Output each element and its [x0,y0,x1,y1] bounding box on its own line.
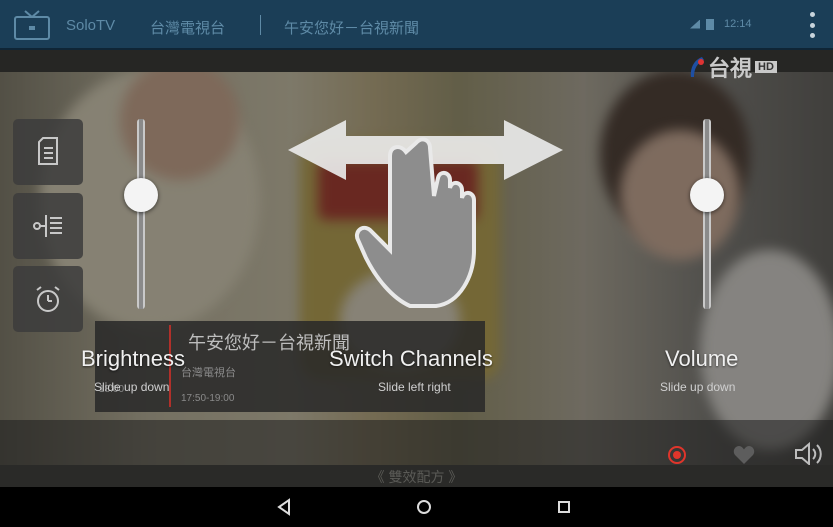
epg-program-title: 午安您好－台視新聞 [188,333,350,353]
alarm-clock-icon [36,286,60,312]
swipe-gesture-icon [288,120,563,308]
status-clock: 12:14 [724,18,752,30]
back-icon[interactable] [272,495,296,519]
channel-list-button[interactable] [13,193,83,259]
favorite-heart-icon[interactable] [733,445,755,465]
brightness-slider[interactable] [137,119,145,309]
brightness-hint-label: Brightness [81,346,185,371]
app-name: SoloTV [66,17,116,34]
logo-text: 台視 [708,56,753,81]
volume-hint-label: Volume [665,346,739,371]
channels-hint-label: Switch Channels [329,346,493,371]
logo-mark-icon [690,57,704,77]
program-list-button[interactable] [13,119,83,185]
subtitle-strip: 《 雙效配方 》 [0,465,833,487]
epg-channel-name: 台灣電視台 [181,367,236,379]
status-icons: 12:14 [690,18,752,30]
title-bar: SoloTV 台灣電視台 午安您好－台視新聞 12:14 [0,0,833,50]
hd-badge: HD [755,61,777,73]
home-icon[interactable] [412,495,436,519]
alarm-button[interactable] [13,266,83,332]
program-list-icon [38,137,58,165]
screen: SoloTV 台灣電視台 午安您好－台視新聞 12:14 台視 HD 18:00… [0,0,833,527]
overflow-menu-icon[interactable] [804,12,820,38]
subtitle-text: 《 雙效配方 》 [370,469,463,485]
player-controls-bar [0,420,833,465]
recents-icon[interactable] [552,495,576,519]
volume-icon[interactable] [794,441,824,467]
channel-name[interactable]: 台灣電視台 [150,17,225,38]
brightness-hint-sub: Slide up down [94,380,170,394]
record-icon[interactable] [668,446,686,464]
epg-time-range: 17:50-19:00 [181,393,235,404]
volume-slider[interactable] [703,119,711,309]
tv-icon[interactable] [14,10,50,40]
title-divider [260,15,261,35]
signal-icon [690,19,700,29]
channel-logo: 台視 HD [686,52,777,82]
channel-list-icon [33,215,62,237]
program-title: 午安您好－台視新聞 [284,20,420,37]
channels-hint-sub: Slide left right [378,380,451,394]
volume-hint-sub: Slide up down [660,380,736,394]
battery-icon [706,18,714,30]
system-nav-bar [0,487,833,527]
